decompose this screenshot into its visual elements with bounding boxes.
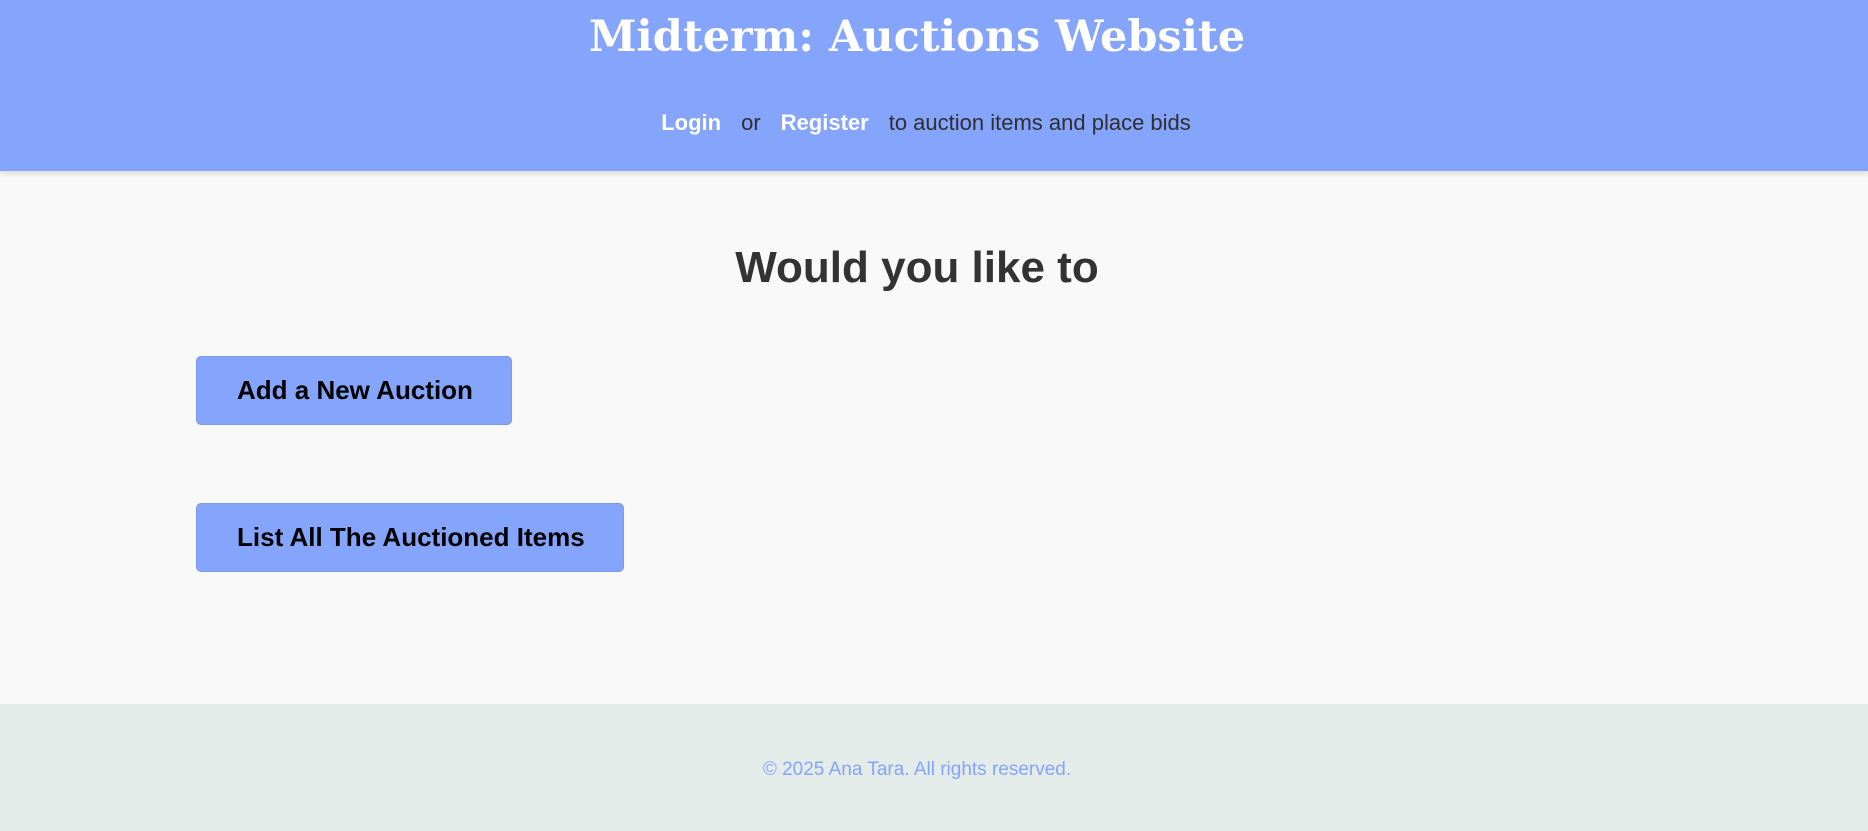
site-footer: © 2025 Ana Tara. All rights reserved. [0,704,1868,831]
auth-suffix-text: to auction items and place bids [888,110,1191,135]
list-auctioned-items-button[interactable]: List All The Auctioned Items [196,503,624,572]
page-heading: Would you like to [735,243,1099,292]
site-header: Midterm: Auctions Website Login or Registe… [0,0,1868,171]
add-auction-button[interactable]: Add a New Auction [196,356,512,425]
auth-prompt: Login or Register to auction items and plac… [0,106,1852,140]
copyright-text: © 2025 Ana Tara. All rights reserved. [762,759,1072,780]
site-title: Midterm: Auctions Website [588,12,1246,62]
login-link[interactable]: Login [661,110,721,135]
register-link[interactable]: Register [781,110,869,135]
or-text: or [741,110,761,135]
main-content: Would you like to Add a New Auction List… [0,171,1868,704]
